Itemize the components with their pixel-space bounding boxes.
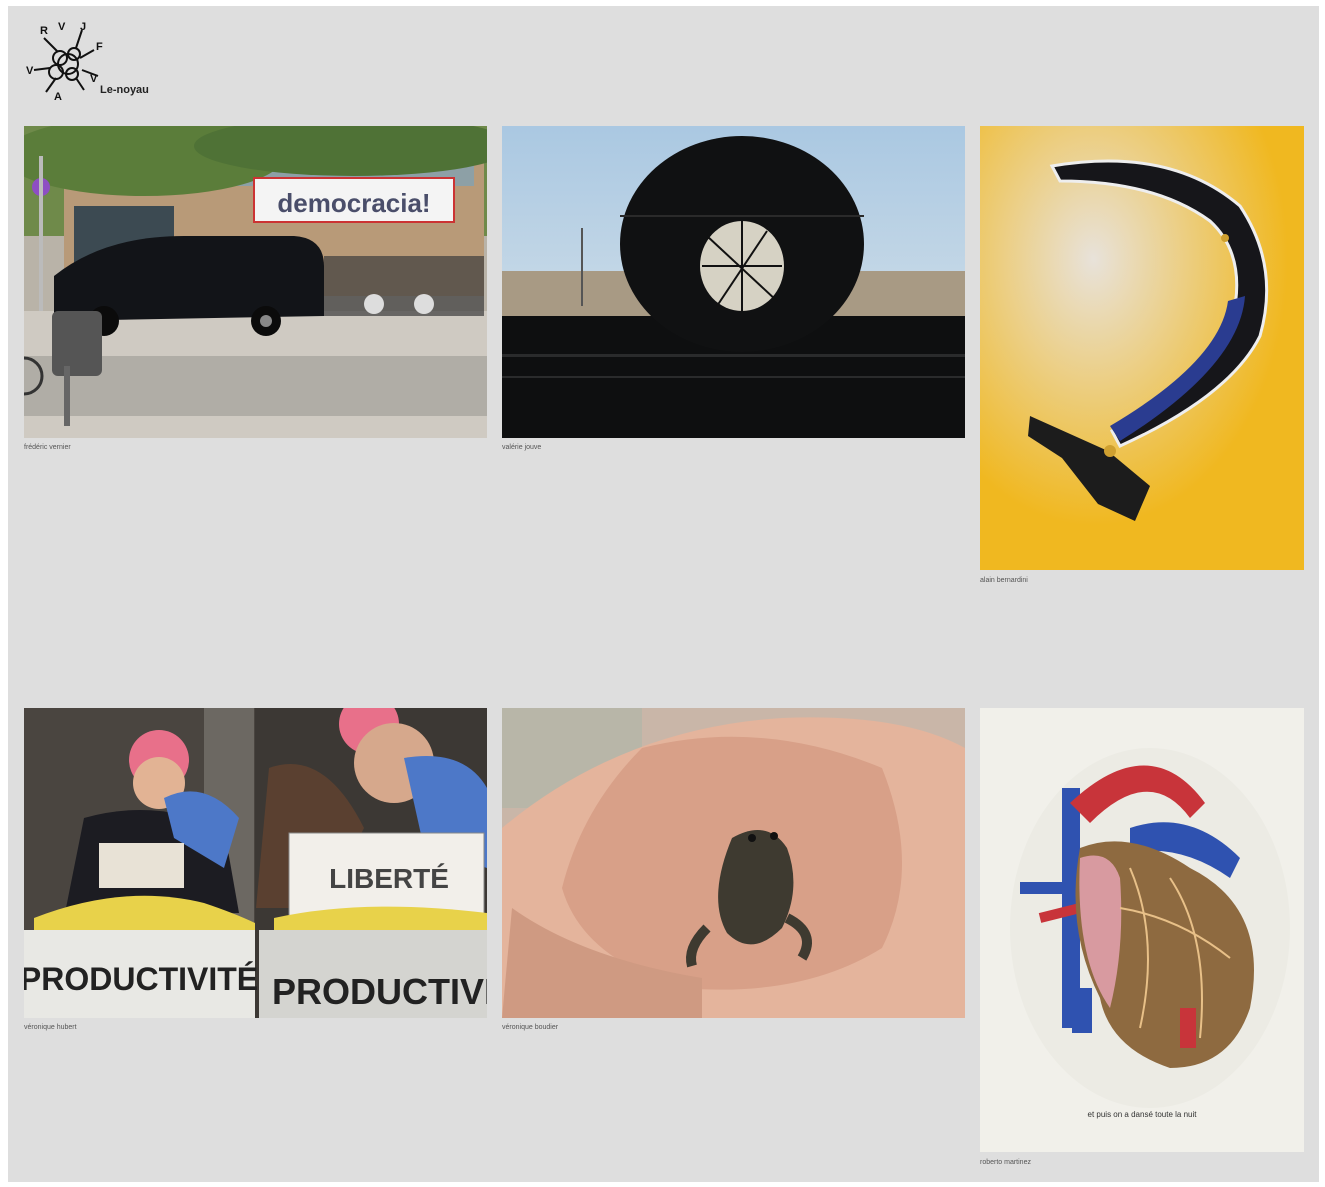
site-name-link[interactable]: Le-noyau [100, 84, 149, 96]
sign-text-productivite: PRODUCTIVITÉ [24, 961, 258, 997]
logo-letter: A [54, 91, 62, 102]
street-van-photo[interactable]: democracia! [24, 126, 487, 438]
author-caption[interactable]: frédéric vernier [24, 444, 71, 451]
sign-text-liberte: LIBERTÉ [329, 863, 449, 894]
frog-in-hand-photo[interactable] [502, 708, 965, 1018]
gallery-item[interactable]: et puis on a dansé toute la nuit roberto… [980, 708, 1304, 1178]
logo-letter: V [58, 21, 66, 33]
gallery-item[interactable]: véronique boudier [502, 708, 965, 1038]
pipe-landscape-photo[interactable] [502, 126, 965, 438]
author-caption[interactable]: valérie jouve [502, 444, 541, 451]
author-caption[interactable]: alain bernardini [980, 577, 1028, 584]
logo-letter: V [26, 65, 34, 77]
logo-letter: F [96, 41, 103, 53]
gallery-item[interactable]: LIBERTÉ PRODUCTIVITÉ PRODUCTIVIT véroniq… [24, 708, 487, 1038]
author-caption[interactable]: roberto martinez [980, 1159, 1031, 1166]
gallery-item[interactable]: valérie jouve [502, 126, 965, 456]
sickle-hammer-object-photo[interactable] [980, 126, 1304, 570]
protest-sign-photo[interactable]: LIBERTÉ PRODUCTIVITÉ PRODUCTIVIT [24, 708, 487, 1018]
illustration-caption: et puis on a dansé toute la nuit [1087, 1110, 1197, 1119]
nucleus-logo-icon: R J V F V V A [26, 21, 103, 102]
banner-text: democracia! [277, 188, 430, 218]
anatomical-heart-illustration[interactable]: et puis on a dansé toute la nuit [980, 708, 1304, 1152]
logo-letter: R [40, 25, 48, 37]
logo-letter: J [80, 21, 86, 33]
logo-letter: V [90, 73, 98, 85]
gallery-page: R J V F V V A Le-noyau democracia! frédé… [8, 6, 1319, 1182]
gallery-item[interactable]: democracia! frédéric vernier [24, 126, 487, 456]
author-caption[interactable]: véronique hubert [24, 1024, 77, 1031]
sign-text-productivit: PRODUCTIVIT [272, 971, 487, 1012]
author-caption[interactable]: véronique boudier [502, 1024, 558, 1031]
gallery-item[interactable]: alain bernardini [980, 126, 1304, 596]
site-header: R J V F V V A Le-noyau [24, 20, 184, 110]
